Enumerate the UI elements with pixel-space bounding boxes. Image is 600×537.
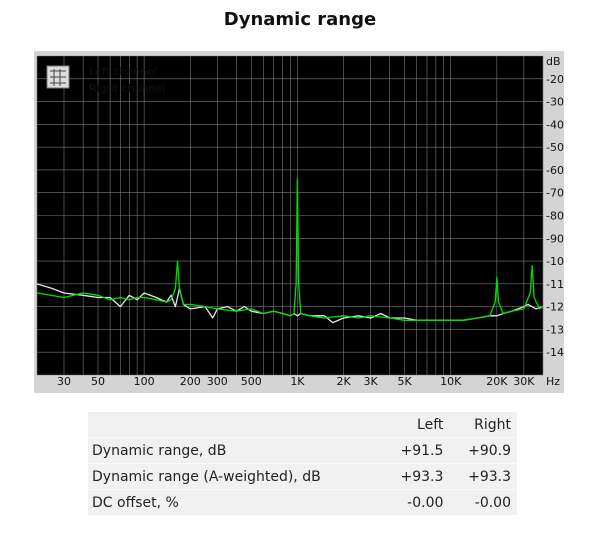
y-unit-label: dB xyxy=(546,55,561,68)
stats-table: Left Right Dynamic range, dB +91.5 +90.9… xyxy=(88,412,517,515)
chart-panel: 30 50 100 200 300 500 1K 2K 3K 5K 10K 20K 30K -20 -30… xyxy=(34,51,564,393)
y-tick-label: -80 xyxy=(546,210,564,223)
legend-right-channel: Right channel xyxy=(89,82,165,95)
table-row: DC offset, % -0.00 -0.00 xyxy=(88,489,517,515)
y-tick-label: -40 xyxy=(546,118,564,131)
row-left-value: +93.3 xyxy=(381,463,450,490)
table-header-row: Left Right xyxy=(88,412,517,438)
y-tick-label: -70 xyxy=(546,187,564,200)
row-right-value: +90.9 xyxy=(449,437,517,464)
y-tick-label: -30 xyxy=(546,96,564,109)
x-tick-label: 50 xyxy=(91,375,105,388)
legend-left-channel: Left channel xyxy=(89,65,157,78)
x-tick-label: 200 xyxy=(180,375,201,388)
table-header-left: Left xyxy=(417,416,444,433)
row-label: DC offset, % xyxy=(88,489,382,515)
row-right-value: +93.3 xyxy=(449,463,517,490)
x-tick-label: 20K xyxy=(486,375,508,388)
y-tick-label: -60 xyxy=(546,164,564,177)
x-tick-label: 30K xyxy=(513,375,535,388)
y-tick-label: -120 xyxy=(546,301,564,314)
row-right-value: -0.00 xyxy=(449,489,517,515)
page-title: Dynamic range xyxy=(223,9,377,30)
y-tick-label: -90 xyxy=(546,232,564,245)
table-row: Dynamic range (A-weighted), dB +93.3 +93… xyxy=(88,463,517,490)
spectrum-chart: 30 50 100 200 300 500 1K 2K 3K 5K 10K 20K 30K -20 -30… xyxy=(36,55,564,388)
x-unit-label: Hz xyxy=(546,375,560,388)
x-tick-label: 5K xyxy=(397,375,412,388)
x-tick-label: 500 xyxy=(241,375,262,388)
table-header-label xyxy=(88,412,382,438)
row-label: Dynamic range (A-weighted), dB xyxy=(88,463,382,490)
row-left-value: +91.5 xyxy=(381,437,450,464)
x-tick-label: 300 xyxy=(207,375,228,388)
row-label: Dynamic range, dB xyxy=(88,437,382,464)
table-header-right: Right xyxy=(474,416,511,433)
x-tick-label: 3K xyxy=(363,375,378,388)
x-tick-label: 2K xyxy=(336,375,351,388)
row-left-value: -0.00 xyxy=(381,489,450,515)
x-tick-label: 30 xyxy=(57,375,71,388)
x-tick-label: 100 xyxy=(134,375,155,388)
y-tick-label: -110 xyxy=(546,278,564,291)
x-tick-label: 1K xyxy=(290,375,305,388)
y-tick-label: -130 xyxy=(546,323,564,336)
y-tick-label: -100 xyxy=(546,255,564,268)
y-tick-label: -140 xyxy=(546,346,564,359)
y-tick-label: -20 xyxy=(546,73,564,86)
y-tick-label: -50 xyxy=(546,141,564,154)
table-row: Dynamic range, dB +91.5 +90.9 xyxy=(88,437,517,464)
x-tick-label: 10K xyxy=(440,375,462,388)
